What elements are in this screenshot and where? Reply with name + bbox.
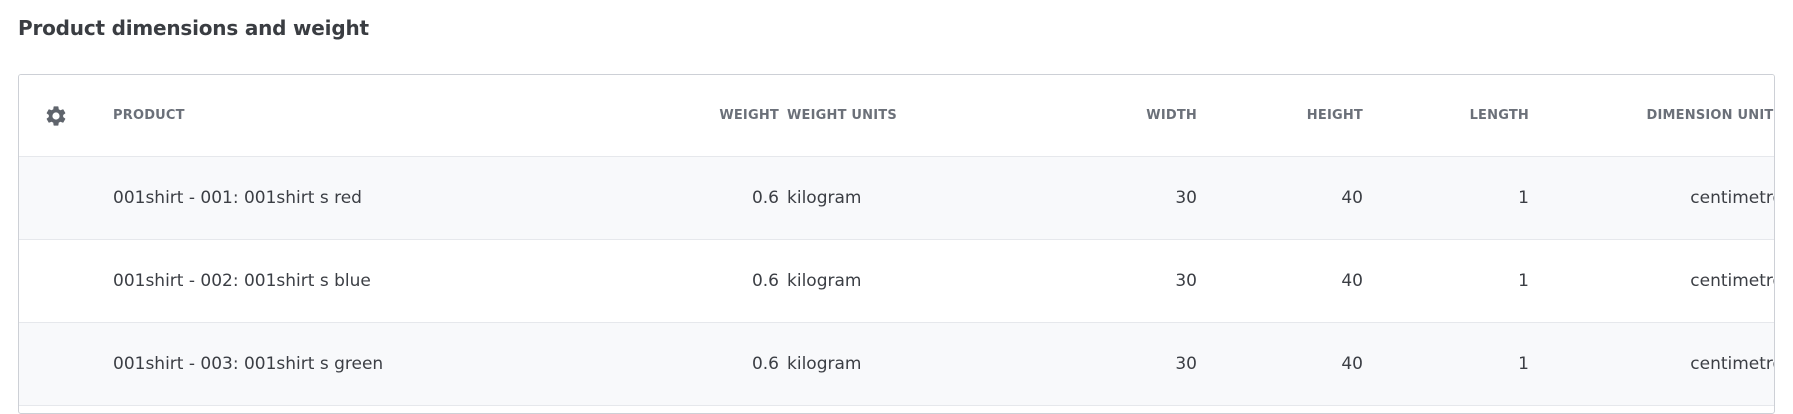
column-header-length[interactable]: LENGTH	[1329, 75, 1529, 156]
dimension-units-cell: centimetre	[1690, 271, 1775, 291]
column-header-dimension-units[interactable]: DIMENSION UNITS	[1539, 75, 1775, 156]
table-row[interactable]: 001shirt - 002: 001shirt s blue 0.6 kilo…	[19, 240, 1774, 323]
column-header-product[interactable]: PRODUCT	[113, 75, 593, 156]
table-row[interactable]: 001shirt - 003: 001shirt s green 0.6 kil…	[19, 323, 1774, 406]
column-header-width[interactable]: WIDTH	[979, 75, 1197, 156]
dimensions-table: PRODUCT WEIGHT WEIGHT UNITS WIDTH HEIGHT…	[18, 74, 1775, 414]
width-cell: 30	[1175, 354, 1197, 374]
product-cell: 001shirt - 002: 001shirt s blue	[113, 271, 371, 291]
page-title: Product dimensions and weight	[18, 16, 369, 40]
length-cell: 1	[1518, 271, 1529, 291]
width-cell: 30	[1175, 188, 1197, 208]
weight-cell: 0.6	[751, 188, 779, 208]
length-cell: 1	[1518, 354, 1529, 374]
weight-cell: 0.6	[751, 354, 779, 374]
dimension-units-cell: centimetre	[1690, 188, 1775, 208]
width-cell: 30	[1175, 271, 1197, 291]
dimension-units-cell: centimetre	[1690, 354, 1775, 374]
column-header-weight[interactable]: WEIGHT	[579, 75, 779, 156]
weight-cell: 0.6	[751, 271, 779, 291]
gear-icon[interactable]	[41, 75, 71, 156]
table-header-row: PRODUCT WEIGHT WEIGHT UNITS WIDTH HEIGHT…	[19, 75, 1774, 157]
length-cell: 1	[1518, 188, 1529, 208]
table-row[interactable]: 001shirt - 001: 001shirt s red 0.6 kilog…	[19, 157, 1774, 240]
product-cell: 001shirt - 003: 001shirt s green	[113, 354, 384, 374]
product-cell: 001shirt - 001: 001shirt s red	[113, 188, 362, 208]
